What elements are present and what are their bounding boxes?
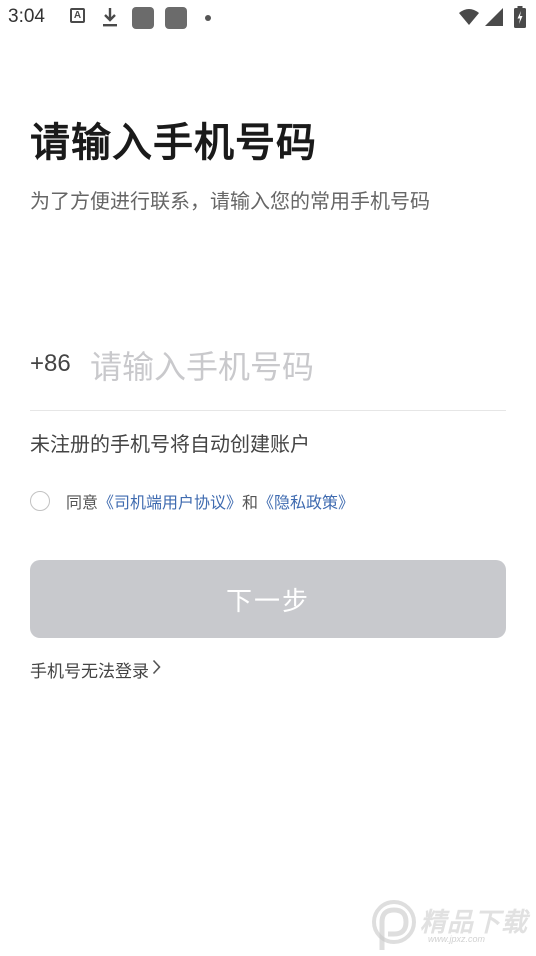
phone-number-input[interactable]	[90, 342, 500, 392]
more-dot-icon	[205, 15, 211, 21]
agreement-prefix: 同意	[66, 493, 99, 512]
app-square-icon	[132, 7, 154, 29]
register-hint: 未注册的手机号将自动创建账户	[30, 432, 310, 456]
wifi-icon	[458, 8, 480, 30]
chevron-right-icon	[152, 659, 161, 680]
privacy-policy-link[interactable]: 《隐私政策》	[258, 489, 354, 513]
download-icon	[101, 6, 119, 32]
watermark-url: www.jpxz.com	[428, 934, 486, 944]
app-square-icon	[165, 7, 187, 29]
user-agreement-link[interactable]: 《司机端用户协议》	[98, 489, 242, 513]
status-time: 3:04	[8, 6, 45, 27]
signal-icon	[484, 7, 504, 31]
watermark: 精品下载 www.jpxz.com	[368, 896, 536, 954]
agreement-checkbox[interactable]	[30, 491, 50, 511]
a-notification-icon: A	[70, 8, 85, 23]
country-code[interactable]: +86	[30, 350, 71, 378]
phone-input-row: +86	[30, 340, 506, 411]
next-step-button[interactable]: 下一步	[30, 560, 506, 638]
cannot-login-label: 手机号无法登录	[30, 662, 149, 682]
page-subtitle: 为了方便进行联系，请输入您的常用手机号码	[30, 189, 430, 213]
watermark-logo-icon	[368, 898, 418, 956]
cannot-login-link[interactable]: 手机号无法登录	[30, 657, 161, 682]
page-title: 请输入手机号码	[30, 120, 317, 166]
agreement-conjunction: 和	[242, 493, 259, 512]
agreement-row: 同意 《司机端用户协议》 和 《隐私政策》	[30, 488, 354, 514]
status-bar: 3:04 A	[0, 0, 536, 36]
battery-charging-icon	[514, 6, 526, 32]
